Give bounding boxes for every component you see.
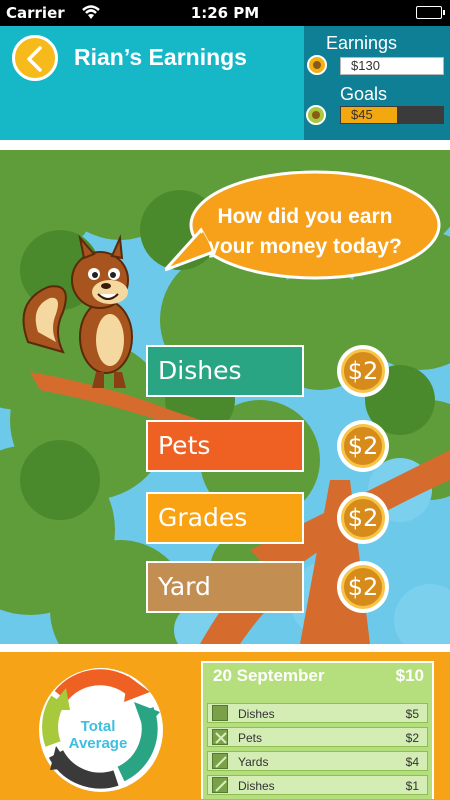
summary-panel: Total Average 20 September $10 Dishes $5… [0,652,450,800]
coin-button-pets[interactable]: $2 [337,420,389,472]
row-amount: $2 [405,731,419,745]
coin-icon: $2 [341,349,385,393]
goals-label: Goals [340,84,388,104]
checkbox-empty-icon[interactable] [212,705,228,721]
chore-button-grades[interactable]: Grades [146,492,304,544]
coin-icon: $2 [341,565,385,609]
header: Rian’s Earnings Earnings $130 Goals $45 [0,26,450,140]
coin-button-dishes[interactable]: $2 [337,345,389,397]
coin-button-yard[interactable]: $2 [337,561,389,613]
earnings-bar: $130 [340,57,444,75]
chore-button-dishes[interactable]: Dishes [146,345,304,397]
summary-total: $10 [395,666,424,685]
checkbox-check-icon[interactable] [212,777,228,793]
goals-value: $45 [351,107,373,122]
row-name: Yards [238,755,269,769]
cycle-label: Total Average [56,718,140,752]
chore-button-yard[interactable]: Yard [146,561,304,613]
prompt-text: How did you earn your money today? [180,202,430,262]
row-name: Pets [238,731,263,745]
goals-bar: $45 [340,106,444,124]
squirrel-mascot [22,234,133,388]
daily-summary-card: 20 September $10 Dishes $5 Pets $2 Yards… [201,661,434,799]
summary-row[interactable]: Yards $4 [207,751,428,771]
coin-button-grades[interactable]: $2 [337,492,389,544]
card-header: 20 September $10 [203,663,432,691]
summary-date: 20 September [213,666,325,685]
summary-row[interactable]: Dishes $5 [207,703,428,723]
checkbox-cross-icon[interactable] [212,729,228,745]
checkbox-check-icon[interactable] [212,753,228,769]
coin-icon: $2 [341,496,385,540]
chore-button-pets[interactable]: Pets [146,420,304,472]
earnings-value: $130 [351,58,380,73]
summary-row[interactable]: Pets $2 [207,727,428,747]
chevron-left-icon [27,46,42,72]
earnings-coin-icon [307,55,327,75]
tree-scene: How did you earn your money today? Dishe… [0,150,450,644]
row-name: Dishes [238,707,275,721]
goals-tree-icon [306,105,326,125]
cycle-label-line-1: Total [80,718,116,735]
coin-icon: $2 [341,424,385,468]
prompt-line-2: your money today? [208,235,402,258]
page-title: Rian’s Earnings [74,44,247,70]
row-amount: $4 [405,755,419,769]
status-time: 1:26 PM [190,4,260,22]
battery-icon [416,6,445,19]
back-button[interactable] [12,35,58,81]
row-amount: $5 [405,707,419,721]
row-name: Dishes [238,779,275,793]
earnings-label: Earnings [326,33,398,53]
status-bar: Carrier 1:26 PM [0,0,450,26]
row-amount: $1 [405,779,419,793]
summary-row[interactable]: Dishes $1 [207,775,428,795]
cycle-label-line-2: Average [68,735,128,752]
prompt-line-1: How did you earn [217,205,393,228]
